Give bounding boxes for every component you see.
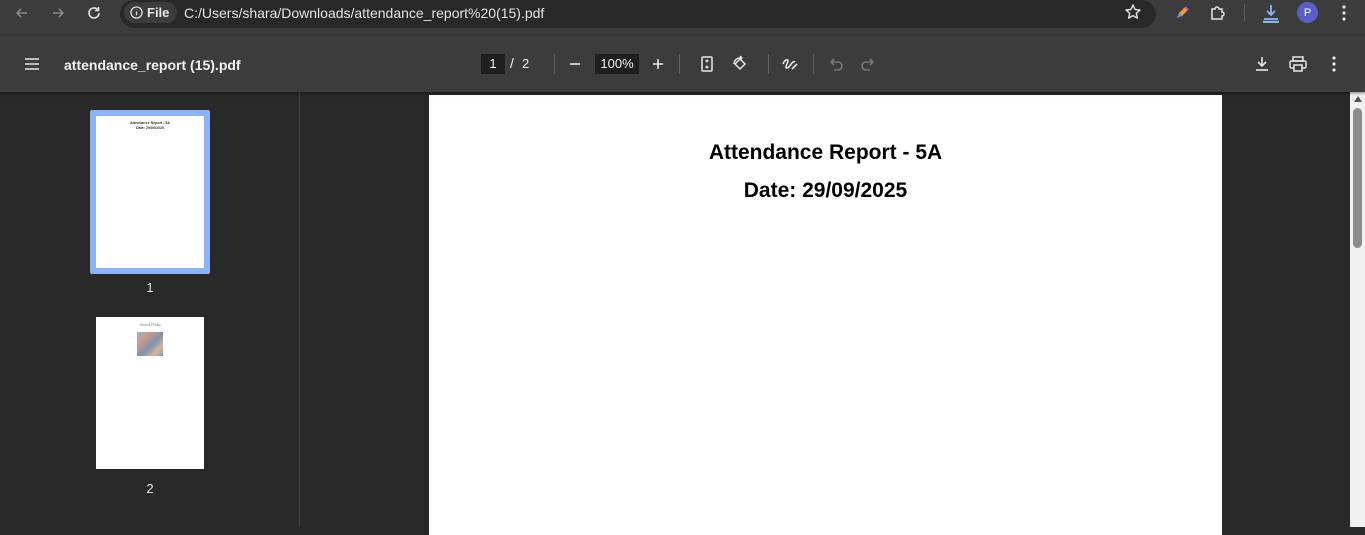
sidebar-toggle-button[interactable] bbox=[17, 49, 47, 79]
toolbar-divider bbox=[554, 54, 555, 74]
info-icon bbox=[130, 6, 143, 19]
menu-icon bbox=[25, 58, 39, 70]
page-total: 2 bbox=[522, 56, 530, 71]
viewer-scrollbar[interactable] bbox=[1350, 92, 1365, 527]
scroll-up-arrow[interactable] bbox=[1354, 96, 1362, 102]
pdf-viewer: Attendance Report - 5A Date: 29/09/2025 bbox=[301, 92, 1365, 535]
browser-toolbar: File C:/Users/shara/Downloads/attendance… bbox=[0, 0, 1365, 36]
browser-menu-button[interactable] bbox=[1332, 2, 1356, 24]
more-vert-icon bbox=[1342, 5, 1346, 21]
pdf-toolbar: attendance_report (15).pdf 1 / 2 100% bbox=[0, 36, 1365, 92]
draw-icon bbox=[782, 58, 798, 70]
more-vert-icon bbox=[1332, 56, 1336, 72]
bookmark-button[interactable] bbox=[1124, 3, 1142, 21]
puzzle-icon bbox=[1211, 6, 1225, 20]
site-info-chip[interactable]: File bbox=[124, 2, 178, 23]
print-button[interactable] bbox=[1283, 49, 1313, 79]
download-pdf-button[interactable] bbox=[1247, 49, 1277, 79]
toolbar-divider bbox=[768, 54, 769, 74]
reload-icon bbox=[88, 7, 100, 19]
extension-pen-button[interactable] bbox=[1170, 2, 1194, 24]
download-icon bbox=[1263, 5, 1279, 23]
file-chip-label: File bbox=[147, 5, 170, 20]
zoom-in-button[interactable] bbox=[643, 49, 673, 79]
toolbar-divider bbox=[813, 54, 814, 74]
thumbnail-photo bbox=[137, 332, 163, 356]
toolbar-divider bbox=[679, 54, 680, 74]
back-button[interactable] bbox=[6, 0, 38, 26]
rotate-button[interactable] bbox=[725, 49, 755, 79]
scroll-thumb[interactable] bbox=[1353, 108, 1362, 248]
extensions-button[interactable] bbox=[1206, 2, 1230, 24]
profile-avatar[interactable]: P bbox=[1297, 2, 1318, 23]
thumbnail-sidebar: Attendance Report - 5A Date: 29/09/2025 … bbox=[0, 92, 300, 527]
pen-icon bbox=[1177, 6, 1189, 18]
more-actions-button[interactable] bbox=[1319, 49, 1349, 79]
page-separator: / bbox=[510, 55, 514, 71]
download-icon bbox=[1256, 57, 1268, 71]
arrow-right-icon bbox=[53, 8, 65, 18]
zoom-out-button[interactable] bbox=[560, 49, 590, 79]
reload-button[interactable] bbox=[78, 0, 110, 26]
thumbnail-text: Attendance Report - 5A bbox=[130, 121, 170, 125]
report-title: Attendance Report - 5A bbox=[708, 141, 943, 164]
page-thumbnail-1[interactable]: Attendance Report - 5A Date: 29/09/2025 bbox=[90, 110, 210, 274]
fit-page-icon bbox=[701, 56, 713, 72]
thumbnail-label-1: 1 bbox=[146, 280, 154, 295]
page-number-input[interactable]: 1 bbox=[481, 54, 505, 74]
annotate-button[interactable] bbox=[775, 49, 805, 79]
fit-page-button[interactable] bbox=[692, 49, 722, 79]
report-date: Date: 29/09/2025 bbox=[743, 179, 908, 202]
arrow-left-icon bbox=[15, 8, 27, 18]
address-bar[interactable]: File C:/Users/shara/Downloads/attendance… bbox=[120, 0, 1156, 28]
downloads-button[interactable] bbox=[1259, 2, 1283, 24]
star-icon bbox=[1125, 4, 1141, 19]
pdf-page-1: Attendance Report - 5A Date: 29/09/2025 bbox=[429, 95, 1222, 535]
plus-icon bbox=[653, 59, 663, 69]
thumbnail-text: Stored Photo bbox=[139, 323, 161, 327]
page-thumbnail-2[interactable]: Stored Photo bbox=[96, 317, 204, 469]
thumbnail-text: Date: 29/09/2025 bbox=[136, 126, 164, 130]
toolbar-divider bbox=[1244, 4, 1245, 21]
print-icon bbox=[1289, 56, 1307, 72]
minus-icon bbox=[570, 63, 580, 65]
document-title: attendance_report (15).pdf bbox=[64, 57, 241, 73]
thumbnail-label-2: 2 bbox=[146, 481, 154, 496]
undo-icon bbox=[829, 58, 843, 71]
forward-button[interactable] bbox=[42, 0, 74, 26]
redo-button[interactable] bbox=[853, 49, 883, 79]
undo-button[interactable] bbox=[821, 49, 851, 79]
zoom-input[interactable]: 100% bbox=[595, 54, 639, 74]
rotate-icon bbox=[733, 55, 747, 71]
redo-icon bbox=[861, 58, 875, 71]
url-text[interactable]: C:/Users/shara/Downloads/attendance_repo… bbox=[184, 5, 544, 21]
